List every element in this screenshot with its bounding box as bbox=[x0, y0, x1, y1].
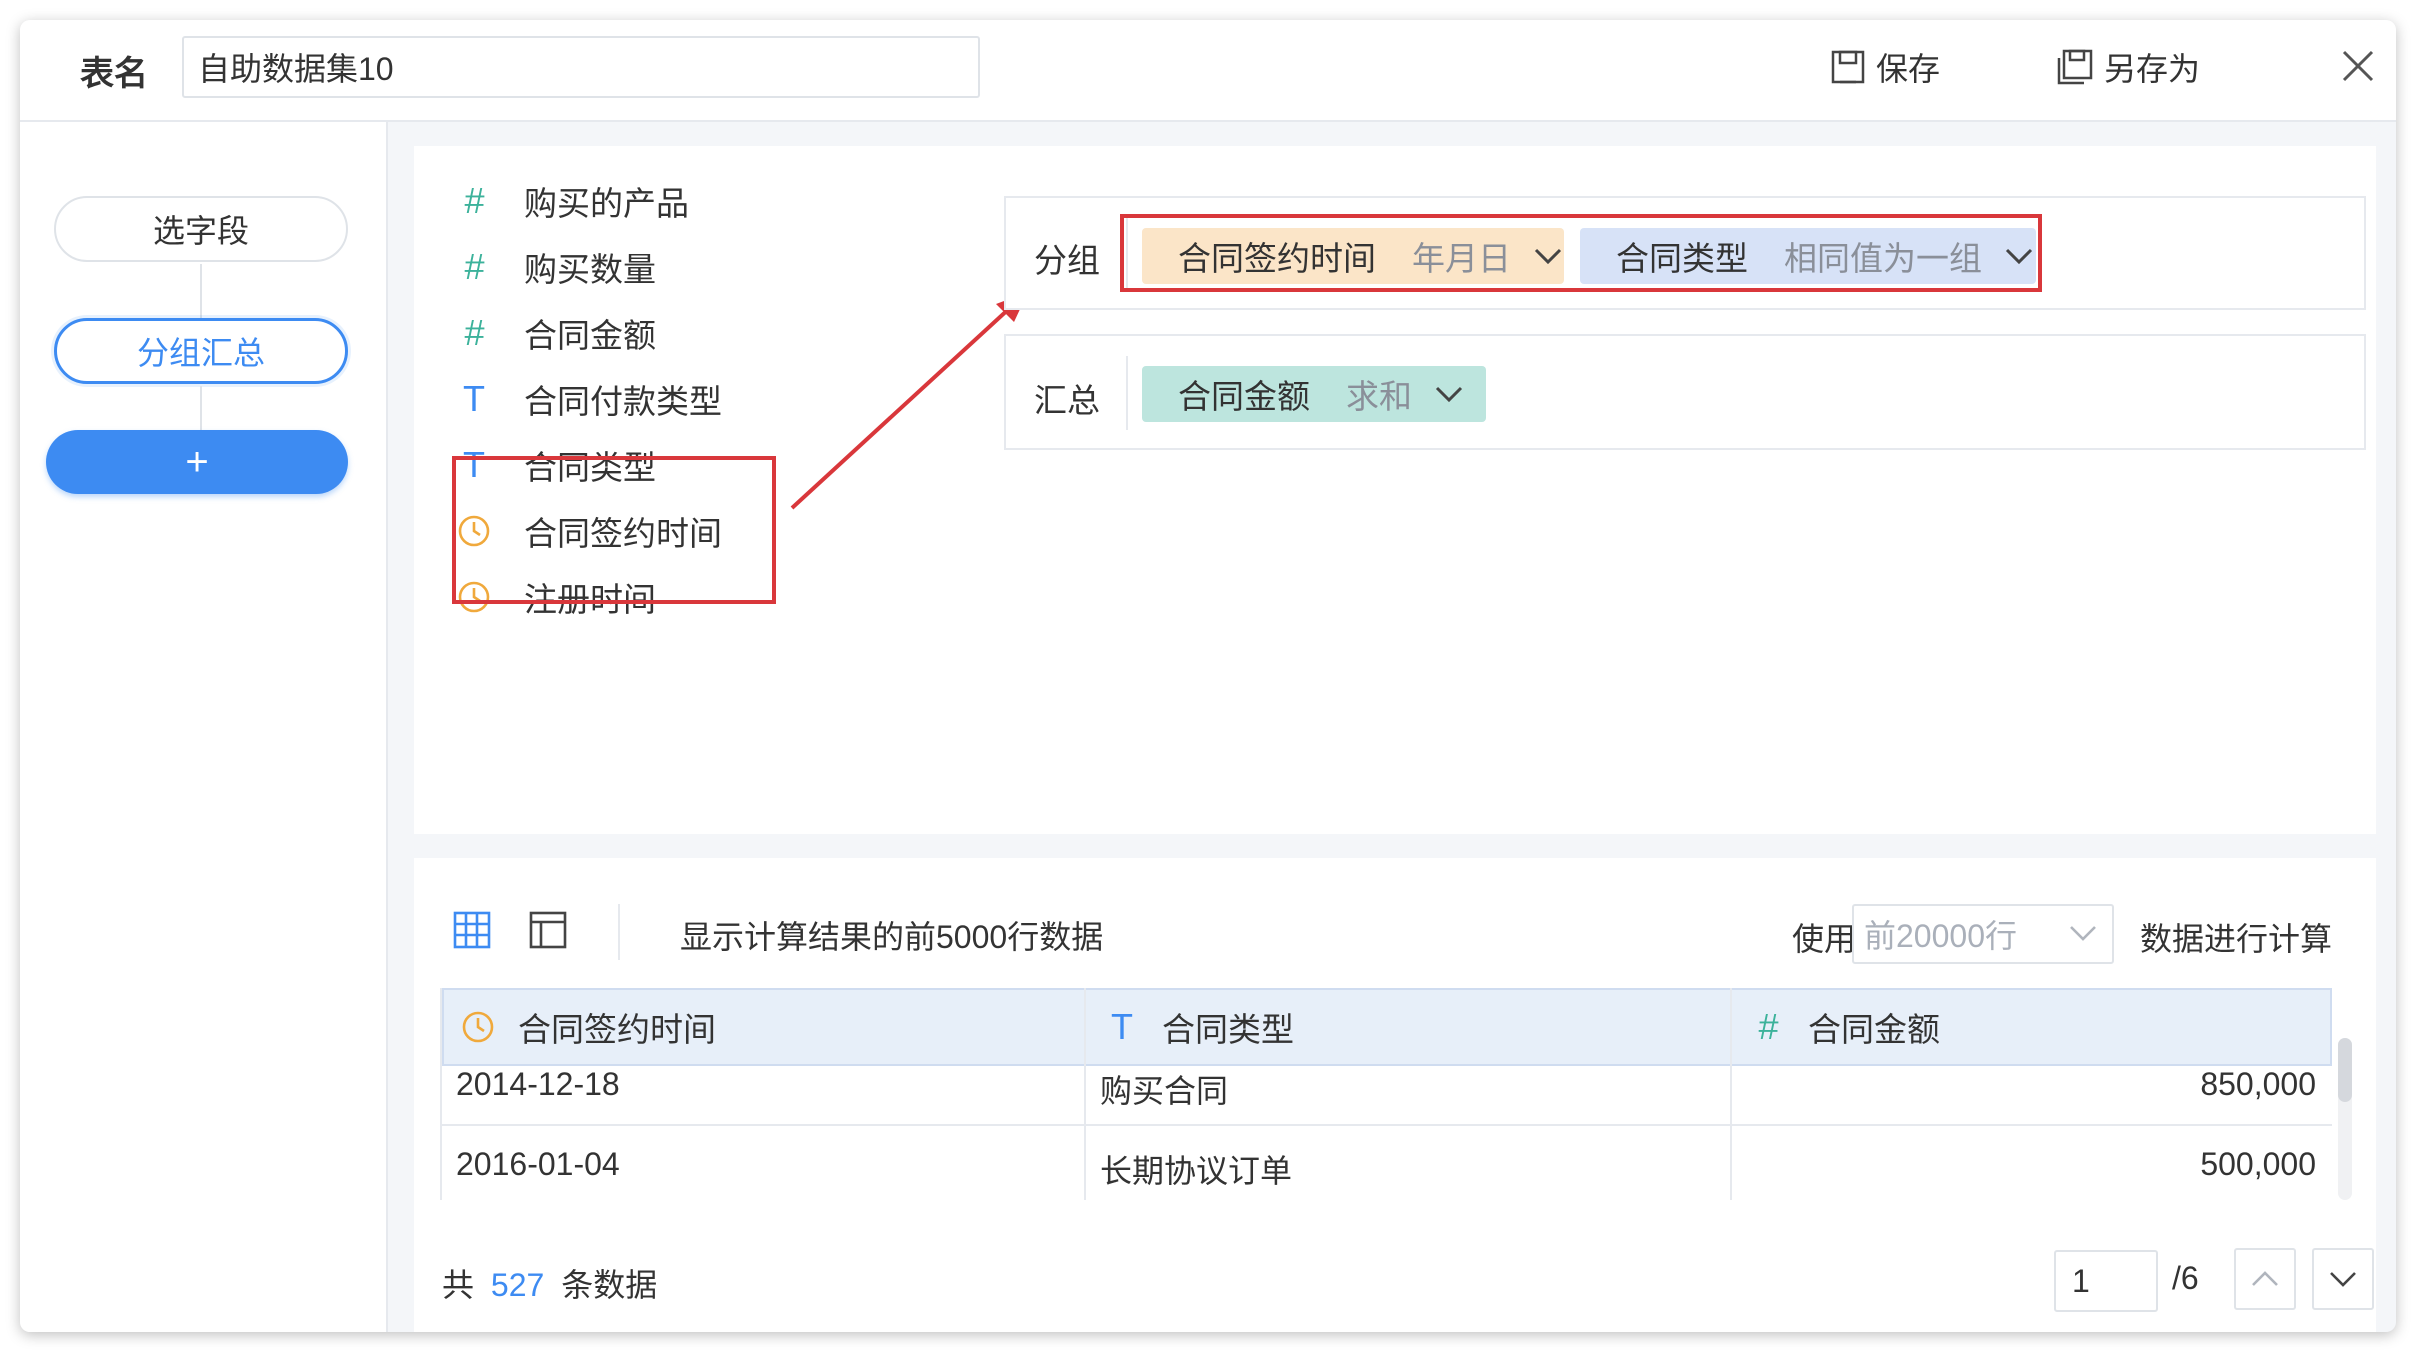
total-prefix: 共 bbox=[442, 1267, 475, 1303]
field-item[interactable]: # 合同金额 bbox=[454, 308, 656, 358]
save-as-label: 另存为 bbox=[2104, 51, 2201, 87]
preview-table: 合同签约时间 T 合同类型 # 合同金额 2014-12-18 购买合同 850… bbox=[440, 988, 2332, 1200]
number-icon: # bbox=[463, 312, 485, 353]
column-header[interactable]: 合同签约时间 bbox=[458, 990, 716, 1064]
tag-field-name: 合同金额 bbox=[1178, 378, 1310, 415]
use-label: 使用 bbox=[1792, 921, 1857, 957]
preview-info-text: 显示计算结果的前5000行数据 bbox=[680, 919, 1104, 955]
save-as-button[interactable]: 另存为 bbox=[2056, 44, 2200, 90]
chevron-up-icon bbox=[2252, 1271, 2278, 1286]
column-name: 合同类型 bbox=[1162, 1011, 1294, 1048]
table-name-input[interactable] bbox=[182, 36, 980, 98]
group-config-panel: # 购买的产品 # 购买数量 # 合同金额 T 合同付款类型 T 合同类型 合同… bbox=[414, 146, 2376, 834]
table-row[interactable]: 2014-12-18 购买合同 850,000 bbox=[442, 1066, 2332, 1126]
calc-label: 数据进行计算 bbox=[2140, 921, 2333, 957]
date-icon bbox=[458, 1010, 498, 1044]
step-group-summary[interactable]: 分组汇总 bbox=[54, 318, 348, 384]
header-bar: 表名 保存 另存为 bbox=[20, 20, 2396, 122]
column-header[interactable]: T 合同类型 bbox=[1102, 990, 1294, 1064]
save-as-icon bbox=[2057, 49, 2093, 85]
step-connector bbox=[200, 386, 202, 430]
total-count: 527 bbox=[490, 1267, 545, 1303]
cell-type: 长期协议订单 bbox=[1100, 1153, 1293, 1189]
add-step-button[interactable]: + bbox=[46, 430, 348, 494]
text-icon: T bbox=[463, 378, 485, 419]
field-item[interactable]: T 合同付款类型 bbox=[454, 374, 722, 424]
chevron-down-icon bbox=[2330, 1272, 2356, 1287]
field-name: 购买的产品 bbox=[524, 185, 689, 222]
summary-label: 汇总 bbox=[1034, 382, 1100, 419]
summary-tag-amount[interactable]: 合同金额 求和 bbox=[1142, 366, 1486, 422]
highlight-box-fields bbox=[452, 456, 776, 604]
table-view-icon[interactable] bbox=[452, 910, 492, 950]
dataset-editor-window: 表名 保存 另存为 选字段 分组汇总 + bbox=[20, 20, 2396, 1332]
cell-type: 购买合同 bbox=[1100, 1073, 1229, 1109]
field-item[interactable]: # 购买数量 bbox=[454, 242, 656, 292]
divider bbox=[618, 904, 620, 960]
page-total: /6 bbox=[2172, 1260, 2199, 1296]
save-icon bbox=[1831, 50, 1865, 84]
summary-drop-zone[interactable]: 汇总 合同金额 求和 bbox=[1004, 334, 2366, 450]
row-limit-value: 前20000行 bbox=[1864, 918, 2017, 954]
highlight-box-group bbox=[1120, 214, 2042, 292]
tag-option: 求和 bbox=[1346, 378, 1412, 415]
text-icon: T bbox=[1111, 1006, 1133, 1047]
step-sidebar: 选字段 分组汇总 + bbox=[20, 122, 388, 1332]
number-icon: # bbox=[463, 180, 485, 221]
row-limit-select[interactable]: 前20000行 bbox=[1852, 904, 2114, 964]
save-button[interactable]: 保存 bbox=[1830, 44, 1940, 90]
close-icon[interactable] bbox=[2338, 46, 2378, 86]
scrollbar-thumb[interactable] bbox=[2338, 1038, 2352, 1102]
table-header: 合同签约时间 T 合同类型 # 合同金额 bbox=[442, 988, 2332, 1066]
field-item[interactable]: # 购买的产品 bbox=[454, 176, 689, 226]
layout-view-icon[interactable] bbox=[528, 910, 568, 950]
chevron-down-icon bbox=[2070, 926, 2096, 941]
prev-page-button[interactable] bbox=[2234, 1248, 2296, 1310]
cell-amount: 850,000 bbox=[2200, 1066, 2316, 1102]
group-drop-zone[interactable]: 分组 合同签约时间 年月日 合同类型 相同值为一组 bbox=[1004, 196, 2366, 310]
field-name: 合同付款类型 bbox=[524, 383, 722, 420]
number-icon: # bbox=[463, 246, 485, 287]
number-icon: # bbox=[1757, 1006, 1779, 1047]
field-name: 合同金额 bbox=[524, 317, 656, 354]
page-number-input[interactable] bbox=[2054, 1250, 2158, 1312]
chevron-down-icon[interactable] bbox=[1434, 384, 1464, 404]
cell-date: 2014-12-18 bbox=[456, 1066, 620, 1102]
save-label: 保存 bbox=[1876, 51, 1941, 87]
total-suffix: 条数据 bbox=[561, 1267, 658, 1303]
table-scrollbar[interactable] bbox=[2338, 1038, 2352, 1200]
total-label: 共 527 条数据 bbox=[442, 1260, 657, 1306]
cell-amount: 500,000 bbox=[2200, 1146, 2316, 1182]
group-label: 分组 bbox=[1034, 242, 1100, 279]
field-name: 购买数量 bbox=[524, 251, 656, 288]
table-name-label: 表名 bbox=[80, 55, 148, 93]
cell-date: 2016-01-04 bbox=[456, 1146, 620, 1182]
column-header[interactable]: # 合同金额 bbox=[1748, 990, 1940, 1064]
column-name: 合同金额 bbox=[1808, 1011, 1940, 1048]
divider bbox=[1126, 356, 1128, 430]
column-name: 合同签约时间 bbox=[518, 1011, 716, 1048]
preview-panel: 显示计算结果的前5000行数据 使用 前20000行 数据进行计算 合同签约时间… bbox=[414, 858, 2376, 1332]
step-connector bbox=[200, 264, 202, 318]
step-select-fields[interactable]: 选字段 bbox=[54, 196, 348, 262]
next-page-button[interactable] bbox=[2312, 1248, 2374, 1310]
table-row[interactable]: 2016-01-04 长期协议订单 500,000 bbox=[442, 1126, 2332, 1200]
